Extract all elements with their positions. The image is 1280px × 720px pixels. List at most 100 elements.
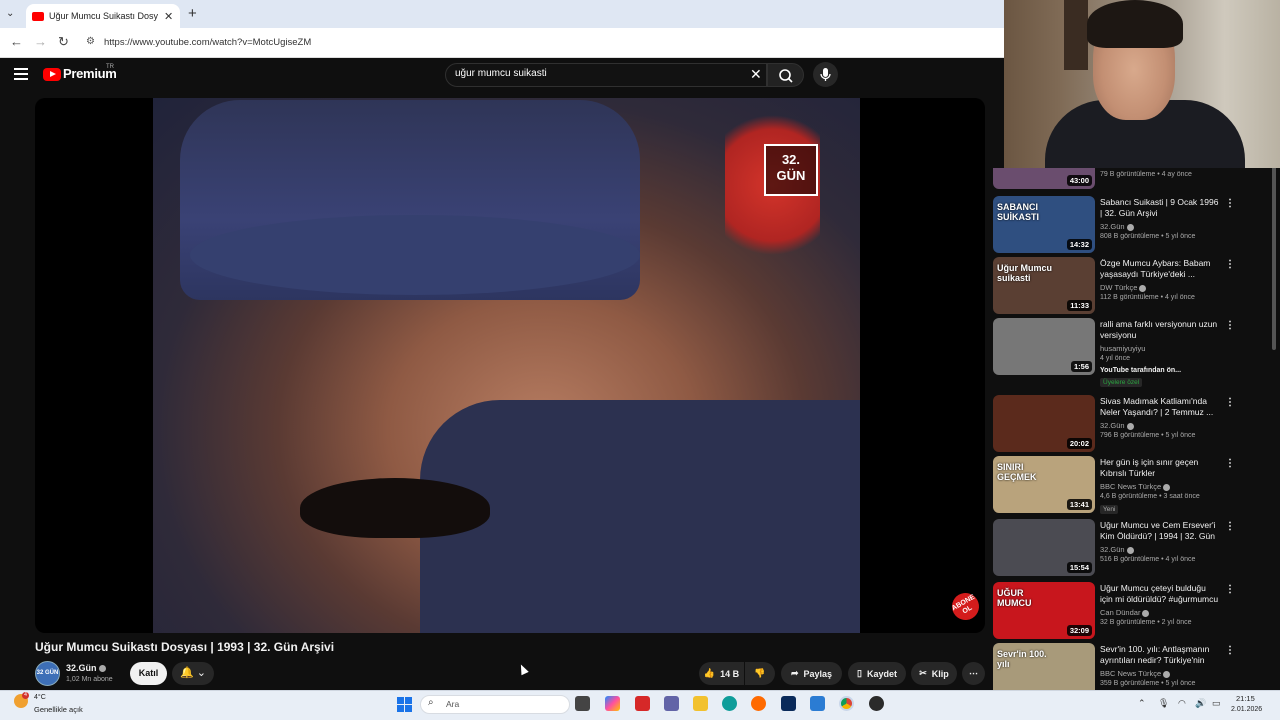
video-scene-moustache	[300, 478, 490, 538]
thumbs-down-icon: 👎	[754, 668, 766, 678]
recommendation-title[interactable]: Özge Mumcu Aybars: Babam yaşasaydı Türki…	[1100, 258, 1220, 280]
copilot-icon[interactable]	[605, 696, 620, 711]
recommendation-title[interactable]: Uğur Mumcu çeteyi bulduğu için mi öldürü…	[1100, 583, 1220, 605]
channel-name[interactable]: 32.Gün	[66, 663, 106, 673]
recommendation-meta: 112 B görüntüleme • 4 yıl önce	[1100, 294, 1195, 301]
more-vertical-icon[interactable]: ⋮	[1225, 645, 1235, 656]
clock-date[interactable]: 2.01.2026	[1231, 706, 1262, 713]
recommendation-channel[interactable]: Can Dündar	[1100, 608, 1150, 617]
join-button[interactable]: Katıl	[130, 662, 167, 685]
channel-avatar[interactable]: 32 GÜN	[35, 661, 60, 686]
search-button[interactable]	[767, 63, 804, 87]
reload-icon[interactable]: ↻	[58, 34, 69, 50]
recommendation-thumbnail[interactable]: SABANCI SUİKASTI 14:32	[993, 196, 1095, 253]
forward-icon[interactable]: →	[34, 34, 47, 49]
more-vertical-icon[interactable]: ⋮	[1225, 320, 1235, 331]
recommendation-thumbnail[interactable]: 20:02	[993, 395, 1095, 452]
firefox-icon[interactable]	[751, 696, 766, 711]
tray-overflow-chevron-icon[interactable]: ⌃	[1138, 698, 1146, 709]
recommendation-thumbnail[interactable]: 1:56	[993, 318, 1095, 375]
recommendation-channel[interactable]: BBC News Türkçe	[1100, 482, 1171, 491]
taskbar-search-placeholder: Ara	[446, 699, 460, 709]
recommendation-thumbnail[interactable]: 15:54	[993, 519, 1095, 576]
recommendation-channel-name: husamiyuyiyu	[1100, 344, 1146, 353]
more-vertical-icon[interactable]: ⋮	[1225, 397, 1235, 408]
microphone-tray-icon[interactable]: 🎙	[1158, 698, 1169, 709]
recommendation-channel[interactable]: 32.Gün	[1100, 421, 1134, 430]
recommendation-channel[interactable]: 32.Gün	[1100, 222, 1134, 231]
more-actions-button[interactable]: ⋯	[962, 662, 985, 685]
share-button[interactable]: ➦ Paylaş	[781, 662, 842, 685]
more-horizontal-icon: ⋯	[969, 668, 978, 678]
back-icon[interactable]: ←	[10, 34, 23, 49]
recommendation-channel-name: DW Türkçe	[1100, 283, 1138, 292]
mouse-cursor-icon	[517, 662, 529, 676]
recommendation-title[interactable]: Uğur Mumcu ve Cem Ersever'i Kim Öldürdü?…	[1100, 520, 1220, 542]
recommendation-title[interactable]: Sevr'in 100. yılı: Antlaşmanın ayrıntıla…	[1100, 644, 1220, 666]
chrome-icon[interactable]	[839, 696, 854, 711]
clock-time[interactable]: 21:15	[1236, 694, 1255, 703]
recommendation-title[interactable]: ralli ama farklı versiyonun uzun versiyo…	[1100, 319, 1220, 341]
youtube-favicon-icon	[32, 11, 44, 21]
volume-icon[interactable]: 🔊	[1195, 698, 1206, 709]
recommendation-channel[interactable]: DW Türkçe	[1100, 283, 1147, 292]
verified-icon	[1163, 670, 1171, 678]
recommendation-title[interactable]: Sivas Madımak Katliamı'nda Neler Yaşandı…	[1100, 396, 1220, 418]
save-button[interactable]: ▯ Kaydet	[848, 662, 906, 685]
recommendation-thumbnail[interactable]: Uğur Mumcu suikasti 11:33	[993, 257, 1095, 314]
recommendation-channel[interactable]: 32.Gün	[1100, 545, 1134, 554]
windows-start-icon[interactable]	[397, 697, 412, 712]
recommendation-thumbnail[interactable]: SINIRI GEÇMEK 13:41	[993, 456, 1095, 513]
taskbar-search-input[interactable]	[420, 695, 570, 714]
more-vertical-icon[interactable]: ⋮	[1225, 259, 1235, 270]
mail-icon[interactable]	[810, 696, 825, 711]
search-query: uğur mumcu suikasti	[455, 68, 547, 79]
subscriber-count: 1,02 Mn abone	[66, 676, 113, 683]
recommendation-channel[interactable]: husamiyuyiyu	[1100, 344, 1145, 353]
more-vertical-icon[interactable]: ⋮	[1225, 458, 1235, 469]
share-label: Paylaş	[803, 668, 833, 679]
more-vertical-icon[interactable]: ⋮	[1225, 584, 1235, 595]
recommendation-thumbnail[interactable]: UĞUR MUMCU 32:09	[993, 582, 1095, 639]
webcam-bookshelf	[1064, 0, 1088, 70]
photoshop-icon[interactable]	[781, 696, 796, 711]
dislike-button[interactable]: 👎	[745, 662, 775, 685]
file-explorer-icon[interactable]	[693, 696, 708, 711]
notification-bell-button[interactable]: 🔔 ⌄	[172, 662, 214, 685]
weather-temperature[interactable]: 4°C	[34, 694, 46, 701]
youtube-logo-icon[interactable]	[43, 68, 61, 81]
recommendation-meta: 808 B görüntüleme • 5 yıl önce	[1100, 233, 1196, 240]
webcam-person-hair	[1087, 0, 1183, 48]
like-count: 14 B	[720, 668, 740, 679]
obs-studio-icon[interactable]	[869, 696, 884, 711]
clip-button[interactable]: ✂ Klip	[911, 662, 957, 685]
recommendation-title[interactable]: Sabancı Suikasti | 9 Ocak 1996 | 32. Gün…	[1100, 197, 1220, 219]
more-vertical-icon[interactable]: ⋮	[1225, 521, 1235, 532]
tab-search-chevron-icon[interactable]: ⌄	[6, 8, 14, 19]
teams-icon[interactable]	[664, 696, 679, 711]
microphone-icon	[820, 68, 831, 81]
recommendation-title[interactable]: Her gün iş için sınır geçen Kıbrıslı Tür…	[1100, 457, 1220, 479]
site-info-icon[interactable]: ⚙	[86, 36, 95, 47]
url-field[interactable]: https://www.youtube.com/watch?v=MotcUgis…	[104, 37, 311, 48]
new-tab-icon[interactable]: +	[188, 5, 197, 22]
like-button[interactable]: 👍 14 B	[699, 662, 744, 685]
thumbnail-caption: UĞUR MUMCU	[997, 588, 1032, 608]
weather-description[interactable]: Genellikle açık	[34, 705, 83, 714]
recommendation-channel[interactable]: BBC News Türkçe	[1100, 669, 1171, 678]
pdf-reader-icon[interactable]	[635, 696, 650, 711]
recommendation-channel-name: Can Dündar	[1100, 608, 1141, 617]
browser-tab-active[interactable]: Uğur Mumcu Suikastı Dosy ✕	[26, 4, 180, 28]
edge-browser-icon[interactable]	[722, 696, 737, 711]
search-icon	[779, 69, 793, 83]
recommendation-thumbnail[interactable]: 43:00	[993, 168, 1095, 189]
wifi-icon[interactable]: ◠	[1178, 698, 1186, 709]
more-vertical-icon[interactable]: ⋮	[1225, 198, 1235, 209]
task-view-icon[interactable]	[575, 696, 590, 711]
menu-icon[interactable]	[14, 68, 28, 83]
tab-close-icon[interactable]: ✕	[164, 10, 173, 23]
clear-search-icon[interactable]: ✕	[750, 66, 762, 83]
voice-search-button[interactable]	[813, 62, 838, 87]
battery-icon[interactable]: ▭	[1212, 698, 1221, 709]
share-icon: ➦	[790, 668, 799, 678]
